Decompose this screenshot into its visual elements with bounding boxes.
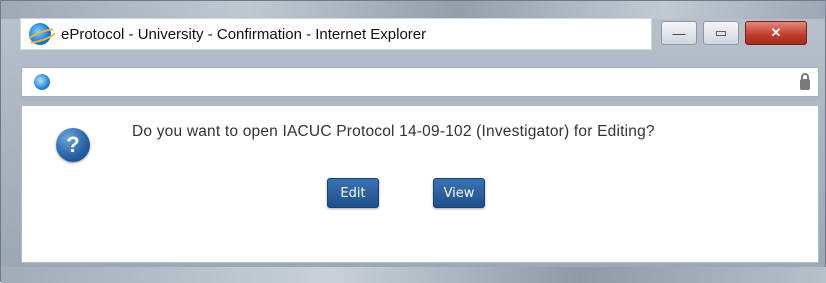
internet-explorer-icon: [29, 23, 51, 45]
address-bar[interactable]: [21, 67, 819, 97]
lock-icon: [800, 72, 810, 90]
maximize-button[interactable]: ▭: [703, 21, 739, 45]
ie-window: eProtocol - University - Confirmation - …: [0, 0, 826, 283]
window-title: eProtocol - University - Confirmation - …: [61, 25, 427, 43]
title-bar: eProtocol - University - Confirmation - …: [21, 19, 651, 49]
page-favicon-icon: [34, 74, 50, 90]
minimize-button[interactable]: —: [661, 21, 697, 45]
dialog-buttons: Edit View: [327, 178, 485, 208]
dialog-content: ? Do you want to open IACUC Protocol 14-…: [21, 105, 819, 263]
view-button[interactable]: View: [433, 178, 485, 208]
close-button[interactable]: ✕: [745, 21, 807, 45]
window-controls: — ▭ ✕: [661, 21, 807, 47]
edit-button[interactable]: Edit: [327, 178, 379, 208]
background-window-bottom-strip: [1, 267, 826, 283]
background-window-strip: [1, 1, 826, 19]
question-icon: ?: [56, 128, 90, 162]
confirmation-message: Do you want to open IACUC Protocol 14-09…: [132, 123, 655, 140]
